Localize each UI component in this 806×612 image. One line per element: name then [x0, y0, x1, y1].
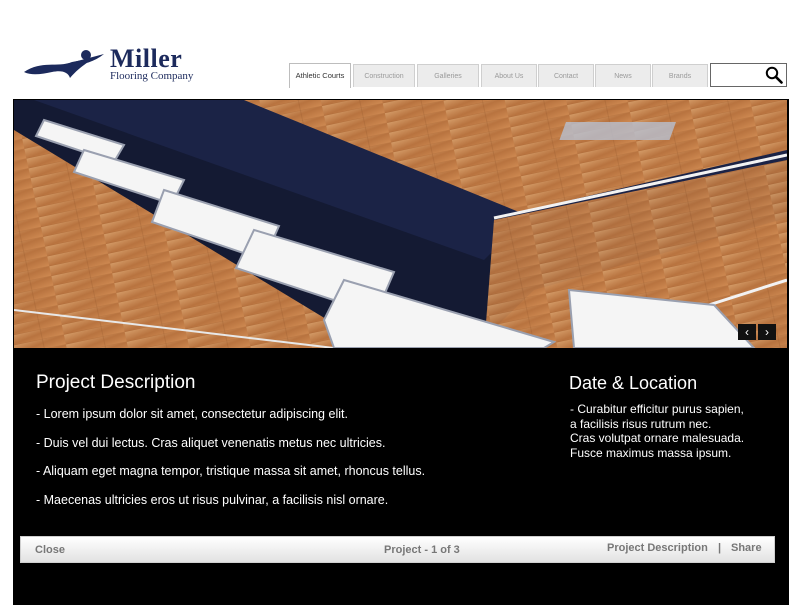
search-box	[710, 63, 787, 87]
date-location-text: - Curabitur efficitur purus sapien, a fa…	[570, 402, 744, 460]
previous-slide-button[interactable]: ‹	[738, 324, 756, 340]
next-slide-button[interactable]: ›	[758, 324, 776, 340]
tab-brands[interactable]: Brands	[652, 64, 708, 87]
runner-logo-icon	[24, 50, 104, 78]
tab-about-us[interactable]: About Us	[481, 64, 537, 87]
project-hero-image	[14, 100, 787, 348]
date-location-line: a facilisis risus rutrum nec.	[570, 416, 712, 431]
brand-logo[interactable]: Miller Flooring Company	[22, 44, 202, 84]
project-description-heading: Project Description	[36, 372, 196, 393]
tab-construction[interactable]: Construction	[353, 64, 415, 87]
date-location-heading: Date & Location	[569, 373, 698, 393]
list-item: - Aliquam eget magna tempor, tristique m…	[36, 464, 426, 479]
project-description-link[interactable]: Project Description	[607, 542, 708, 554]
date-location-line: Cras volutpat ornare malesuada.	[570, 431, 745, 445]
footer-separator: |	[718, 542, 722, 554]
close-button[interactable]: Close	[35, 544, 65, 556]
brand-tagline: Flooring Company	[110, 70, 194, 82]
list-item: - Duis vel dui lectus. Cras aliquet vene…	[36, 435, 386, 450]
list-item: - Lorem ipsum dolor sit amet, consectetu…	[36, 407, 348, 421]
project-description-list: - Lorem ipsum dolor sit amet, consectetu…	[36, 406, 425, 520]
date-location-line: - Curabitur efficitur purus sapien,	[570, 402, 744, 416]
project-counter: Project - 1 of 3	[384, 544, 460, 556]
search-icon[interactable]	[765, 66, 783, 84]
tab-galleries[interactable]: Galleries	[417, 64, 479, 87]
share-button[interactable]: Share	[731, 542, 762, 554]
tab-athletic-courts[interactable]: Athletic Courts	[289, 63, 351, 88]
date-location-line: Fusce maximus massa ipsum.	[570, 445, 732, 460]
list-item: - Maecenas ultricies eros ut risus pulvi…	[36, 492, 389, 507]
tab-contact[interactable]: Contact	[538, 64, 594, 87]
search-input[interactable]	[713, 66, 769, 86]
tab-news[interactable]: News	[595, 64, 651, 87]
